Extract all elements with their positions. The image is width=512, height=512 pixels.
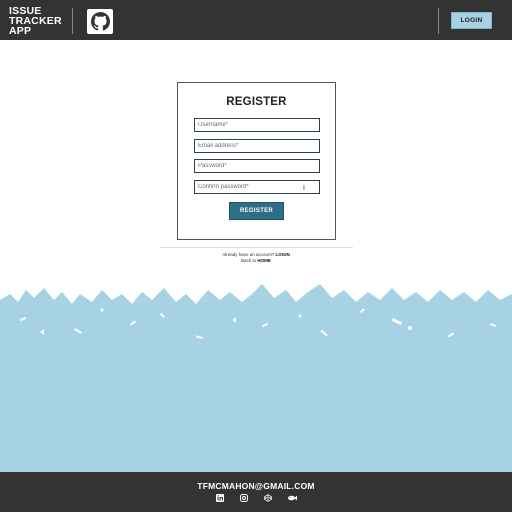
login-prompt: Already have an account? LOGIN bbox=[0, 252, 512, 257]
social-links bbox=[0, 493, 512, 503]
login-prompt-text: Already have an account? bbox=[222, 252, 275, 257]
linkedin-icon[interactable] bbox=[215, 493, 225, 503]
username-input[interactable] bbox=[194, 118, 320, 132]
footer-email[interactable]: TFMCMAHON@GMAIL.COM bbox=[0, 481, 512, 491]
instagram-icon[interactable] bbox=[239, 493, 249, 503]
header-divider-left bbox=[72, 8, 73, 34]
header-divider-right bbox=[438, 8, 439, 34]
email-input[interactable] bbox=[194, 139, 320, 153]
fish-icon[interactable] bbox=[287, 493, 297, 503]
confirm-password-input[interactable] bbox=[194, 180, 320, 194]
home-prompt: Back to HOME bbox=[0, 258, 512, 263]
login-link[interactable]: LOGIN bbox=[276, 252, 290, 257]
login-button[interactable]: LOGIN bbox=[451, 12, 492, 29]
home-link[interactable]: HOME bbox=[257, 258, 271, 263]
text-cursor-icon: I bbox=[303, 185, 305, 192]
github-icon bbox=[90, 12, 110, 31]
register-button[interactable]: REGISTER bbox=[229, 202, 284, 220]
decorative-wave-background bbox=[0, 284, 512, 472]
footer: TFMCMAHON@GMAIL.COM bbox=[0, 472, 512, 512]
codepen-icon[interactable] bbox=[263, 493, 273, 503]
home-prompt-text: Back to bbox=[241, 258, 257, 263]
register-title: REGISTER bbox=[226, 96, 287, 108]
github-link[interactable] bbox=[87, 9, 113, 34]
register-card: REGISTER I REGISTER bbox=[177, 82, 336, 240]
top-nav: ISSUE TRACKER APP LOGIN bbox=[0, 0, 512, 40]
password-input[interactable] bbox=[194, 159, 320, 173]
divider-line bbox=[160, 247, 353, 248]
app-title: ISSUE TRACKER APP bbox=[9, 5, 62, 37]
